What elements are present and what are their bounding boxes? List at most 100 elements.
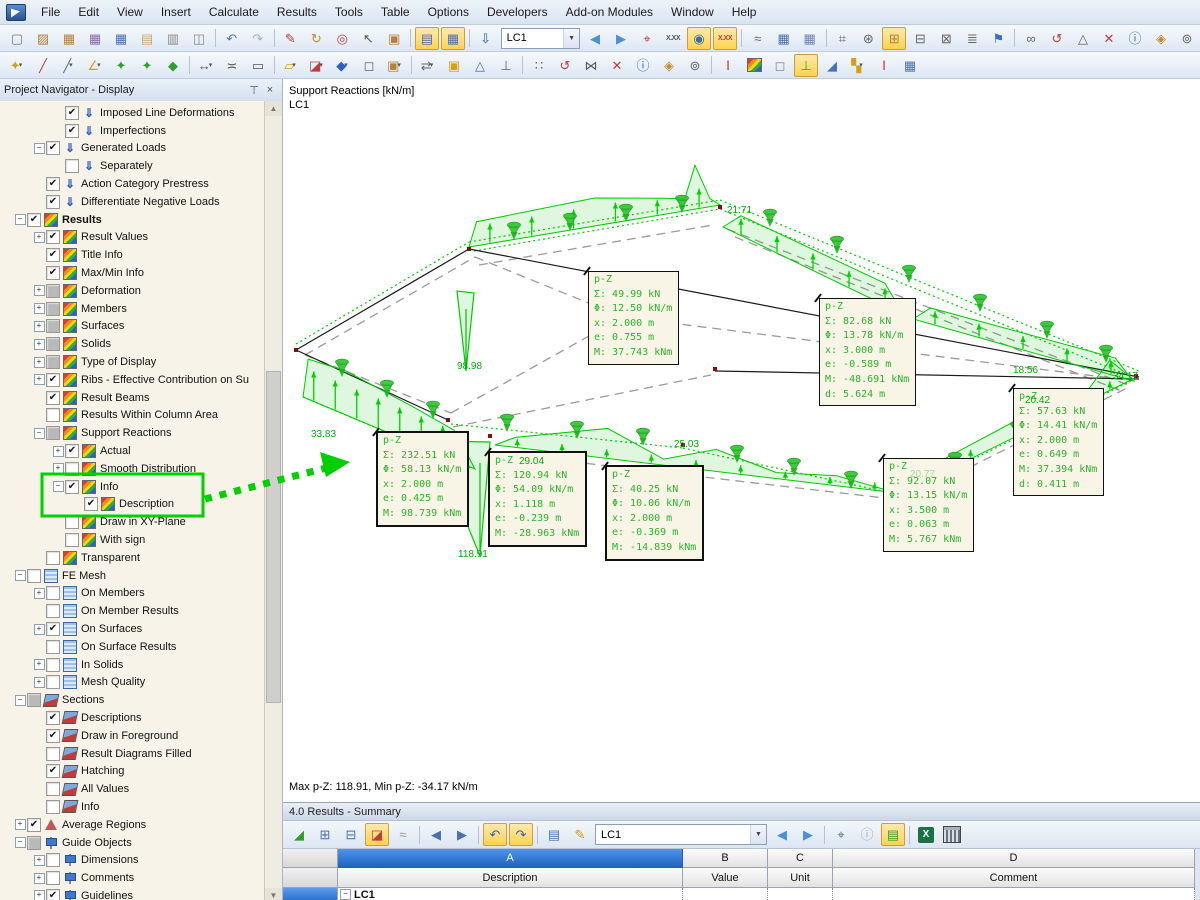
checkbox[interactable]: ✔ (46, 230, 60, 244)
checkbox[interactable]: ✔ (65, 124, 79, 138)
filter-pin-icon[interactable]: ⌖ (829, 823, 853, 846)
expander-plus-icon[interactable]: + (33, 339, 45, 350)
column-header-c[interactable]: C (768, 849, 833, 868)
menu-tools[interactable]: Tools (326, 2, 372, 22)
checkbox[interactable]: ✔ (46, 248, 60, 262)
guideline-icon[interactable]: ▭ (246, 54, 270, 77)
expander-minus-icon[interactable]: − (33, 428, 45, 439)
hinge-icon[interactable]: ≈ (746, 27, 770, 50)
project-icon[interactable]: ⊥ (494, 54, 518, 77)
chevron-down-icon[interactable]: ▼ (563, 29, 579, 48)
close-icon[interactable]: × (262, 84, 278, 96)
isection-icon[interactable]: Ⅰ (716, 54, 740, 77)
checkbox[interactable]: ✔ (46, 177, 60, 191)
expander-plus-icon[interactable]: + (33, 873, 45, 884)
loadcase-icon[interactable]: ⇩ (474, 27, 498, 50)
column-header-d[interactable]: D (833, 849, 1195, 868)
menu-add-on-modules[interactable]: Add-on Modules (557, 2, 662, 22)
info-object-icon[interactable]: ⓘ (631, 54, 655, 77)
result-beam-icon[interactable]: Ⅰ (872, 54, 896, 77)
clipboard-icon[interactable]: ▤ (135, 27, 159, 50)
open-folder-icon[interactable]: ▨ (31, 27, 55, 50)
checkbox[interactable] (46, 640, 60, 654)
tree-item-max-min-info[interactable]: ✔Max/Min Info (0, 264, 265, 282)
expander-minus-icon[interactable]: − (33, 143, 45, 154)
menu-table[interactable]: Table (372, 2, 419, 22)
expander-plus-icon[interactable]: + (33, 659, 45, 670)
checkbox[interactable] (46, 302, 60, 316)
menu-window[interactable]: Window (662, 2, 723, 22)
checkbox[interactable] (46, 337, 60, 351)
new-surface-icon[interactable]: ◆ (161, 54, 185, 77)
tree-item-support-reactions[interactable]: −Support Reactions (0, 424, 265, 442)
expander-minus-icon[interactable]: − (340, 889, 351, 900)
edit-note-icon[interactable]: ✎ (568, 823, 592, 846)
checkbox[interactable]: ✔ (46, 764, 60, 778)
table-cell[interactable] (683, 888, 768, 900)
connect-icon[interactable]: ∞ (1019, 27, 1043, 50)
checkbox[interactable] (46, 782, 60, 796)
next-case-icon[interactable]: ▶ (796, 823, 820, 846)
expander-plus-icon[interactable]: + (33, 285, 45, 296)
checkbox[interactable] (27, 836, 41, 850)
table-insert-icon[interactable]: ⊞ (313, 823, 337, 846)
tree-item-result-values[interactable]: +✔Result Values (0, 229, 265, 247)
tree-item-imposed-line-deformations[interactable]: ✔⇓Imposed Line Deformations (0, 104, 265, 122)
chevron-down-icon[interactable]: ▼ (750, 825, 766, 844)
mirror-object-icon[interactable]: △ (468, 54, 492, 77)
scroll-thumb[interactable] (266, 371, 281, 703)
mesh-icon[interactable]: ⌗ (830, 27, 854, 50)
line-type-icon[interactable]: ╱▾ (57, 54, 81, 77)
calc-flow-icon[interactable]: ⊟ (908, 27, 932, 50)
tree-item-draw-in-foreground[interactable]: ✔Draw in Foreground (0, 727, 265, 745)
table-row[interactable]: −LC1 (338, 888, 683, 900)
checkbox[interactable] (27, 569, 41, 583)
expander-plus-icon[interactable]: + (33, 357, 45, 368)
menu-help[interactable]: Help (723, 2, 766, 22)
loadcase-combobox[interactable]: LC1▼ (595, 824, 767, 845)
new-member-icon[interactable]: ✦ (109, 54, 133, 77)
prev-loadcase-icon[interactable]: ◀ (583, 27, 607, 50)
column-header-b[interactable]: B (683, 849, 768, 868)
checkbox[interactable]: ✔ (27, 818, 41, 832)
settings-gears-icon[interactable]: ⊚ (1175, 27, 1199, 50)
mesh-settings-icon[interactable]: ⊛ (856, 27, 880, 50)
checkbox[interactable] (65, 159, 79, 173)
chevron-down-icon[interactable]: ▾ (19, 62, 25, 69)
checkbox[interactable] (46, 800, 60, 814)
pin-icon[interactable]: ⊤ (246, 84, 262, 97)
checkbox[interactable] (46, 551, 60, 565)
loadcase-combobox[interactable]: LC1▼ (501, 28, 580, 49)
new-file-icon[interactable]: ▢ (5, 27, 29, 50)
checkbox[interactable] (46, 284, 60, 298)
jump-table-icon[interactable]: ↷ (509, 823, 533, 846)
tree-item-info[interactable]: −✔Info (0, 478, 265, 496)
tables-a-icon[interactable]: ▦ (772, 27, 796, 50)
expander-plus-icon[interactable]: + (33, 855, 45, 866)
menu-file[interactable]: File (32, 2, 69, 22)
tables-b-icon[interactable]: ▦ (798, 27, 822, 50)
chart-toggle-icon[interactable]: ▤ (881, 823, 905, 846)
options-object-icon[interactable]: ◈ (657, 54, 681, 77)
tree-item-in-solids[interactable]: +In Solids (0, 656, 265, 674)
tree-item-action-category-prestress[interactable]: ✔⇓Action Category Prestress (0, 175, 265, 193)
tree-item-guidelines[interactable]: +✔Guidelines (0, 887, 265, 900)
new-arc-icon[interactable]: ∠▾ (83, 54, 107, 77)
gears-icon[interactable]: ⊚ (683, 54, 707, 77)
tree-item-mesh-quality[interactable]: +Mesh Quality (0, 674, 265, 692)
checkbox[interactable] (46, 871, 60, 885)
tree-item-info[interactable]: Info (0, 798, 265, 816)
expander-plus-icon[interactable]: + (33, 588, 45, 599)
show-results-icon[interactable]: ◉ (687, 27, 711, 50)
expander-plus-icon[interactable]: + (33, 303, 45, 314)
zoom-target-icon[interactable]: ◎ (330, 27, 354, 50)
tree-item-comments[interactable]: +Comments (0, 869, 265, 887)
display-props-icon[interactable]: ◈ (1149, 27, 1173, 50)
table-cell[interactable] (833, 888, 1195, 900)
model-viewport[interactable]: Support Reactions [kN/m] LC1 Max p-Z: 11… (283, 79, 1200, 802)
tree-item-description[interactable]: ✔Description (0, 496, 265, 514)
column-left-icon[interactable]: ◀ (424, 823, 448, 846)
delete-object-icon[interactable]: ✕ (605, 54, 629, 77)
chevron-down-icon[interactable]: ▾ (292, 62, 298, 69)
table-view-left-icon[interactable]: ▤ (415, 27, 439, 50)
